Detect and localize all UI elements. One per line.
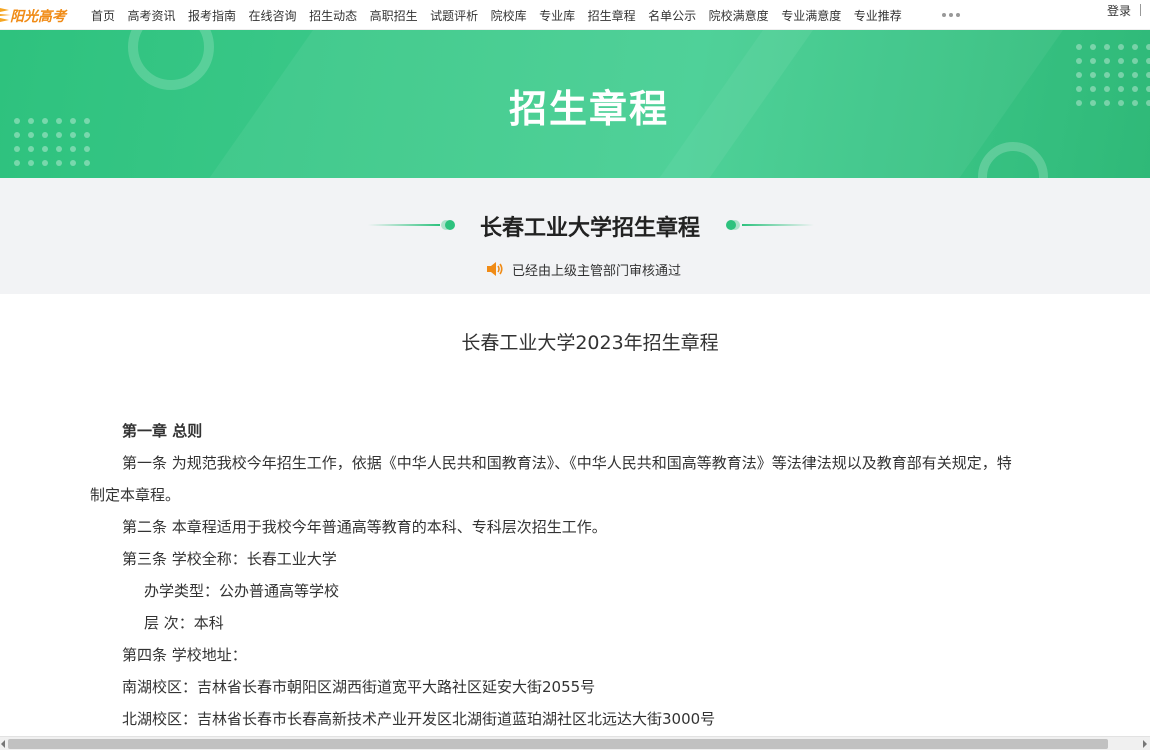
decoration-dot: [56, 160, 62, 166]
paragraph-line: 第三条 学校全称：长春工业大学: [122, 550, 337, 568]
paragraph-line: 第一条 为规范我校今年招生工作，依据《中华人民共和国教育法》、《中华人民共和国高…: [122, 454, 1012, 472]
nav-item[interactable]: 专业推荐: [854, 7, 902, 24]
nav-item[interactable]: 名单公示: [648, 7, 696, 24]
decoration-dot: [42, 146, 48, 152]
decoration-dot: [42, 160, 48, 166]
decoration-dot: [56, 146, 62, 152]
decoration-dot: [84, 160, 90, 166]
nav-item[interactable]: 专业满意度: [781, 7, 841, 24]
nav-item[interactable]: 报考指南: [188, 7, 236, 24]
decoration-dot: [1090, 58, 1096, 64]
top-navigation: 阳光高考 首页 高考资讯 报考指南 在线咨询 招生动态 高职招生 试题评析 院校库 专业库 招生章…: [0, 0, 1150, 30]
nav-item[interactable]: 高职招生: [370, 7, 418, 24]
document-title: 长春工业大学2023年招生章程: [461, 332, 719, 354]
nav-item[interactable]: 首页: [91, 7, 115, 24]
chapter-heading: 第一章 总则: [122, 422, 203, 440]
nav-item[interactable]: 招生动态: [309, 7, 357, 24]
paragraph-line: 南湖校区：吉林省长春市朝阳区湖西街道宽平大路社区延安大街2055号: [122, 678, 596, 696]
decoration-dot: [1104, 44, 1110, 50]
school-header: 长春工业大学招生章程 已经由上级主管部门审核通过: [0, 178, 1150, 294]
paragraph-line: 办学类型：公办普通高等学校: [144, 582, 340, 600]
school-title: 长春工业大学招生章程: [479, 216, 700, 241]
nav-item[interactable]: 院校库: [491, 7, 527, 24]
decoration-dot: [1104, 58, 1110, 64]
speaker-icon: [487, 262, 503, 276]
decoration-dot: [1118, 58, 1124, 64]
title-decoration-dot: [726, 220, 736, 230]
paragraph-line: 层 次：本科: [144, 614, 224, 632]
decoration-dot: [1132, 44, 1138, 50]
decoration-dot: [1146, 44, 1150, 50]
decoration-dot: [1146, 58, 1150, 64]
paragraph-line: 第二条 本章程适用于我校今年普通高等教育的本科、专科层次招生工作。: [122, 518, 607, 536]
decoration-dot: [1076, 58, 1082, 64]
paragraph-line: 制定本章程。: [90, 486, 181, 504]
nav-item[interactable]: 招生章程: [588, 7, 636, 24]
banner-title: 招生章程: [508, 87, 669, 131]
login-separator: [1140, 4, 1141, 16]
decoration-dot: [28, 146, 34, 152]
decoration-dot: [70, 146, 76, 152]
decoration-dot: [70, 160, 76, 166]
nav-item[interactable]: 高考资讯: [128, 7, 176, 24]
decoration-dot: [14, 160, 20, 166]
scroll-left-arrow-icon[interactable]: [1, 740, 5, 748]
decoration-dot: [28, 160, 34, 166]
scroll-right-arrow-icon[interactable]: [1143, 740, 1147, 748]
paragraph-line: 北湖校区：吉林省长春市长春高新技术产业开发区北湖街道蓝珀湖社区北远达大街3000…: [122, 710, 716, 728]
main-nav: 首页 高考资讯 报考指南 在线咨询 招生动态 高职招生 试题评析 院校库 专业库 招生章程 名单公示…: [91, 0, 914, 30]
decoration-dot: [1118, 44, 1124, 50]
decoration-dot: [1090, 44, 1096, 50]
login-link[interactable]: 登录: [1107, 2, 1131, 19]
site-logo[interactable]: 阳光高考: [0, 0, 72, 30]
audit-text: 已经由上级主管部门审核通过: [512, 263, 682, 279]
horizontal-scrollbar[interactable]: [0, 736, 1150, 750]
audit-status: 已经由上级主管部门审核通过: [486, 260, 682, 279]
banner-ring-decoration: [978, 142, 1048, 178]
scrollbar-thumb[interactable]: [8, 739, 1108, 749]
paragraph-line: 第四条 学校地址：: [122, 646, 247, 664]
decoration-dot: [1076, 44, 1082, 50]
decoration-dot: [84, 146, 90, 152]
nav-item[interactable]: 专业库: [539, 7, 575, 24]
more-dots-icon[interactable]: [942, 7, 963, 21]
page-banner: 招生章程: [0, 30, 1150, 178]
decoration-dot: [1132, 58, 1138, 64]
logo-text: 阳光高考: [10, 9, 66, 25]
decoration-dot: [14, 146, 20, 152]
nav-item[interactable]: 在线咨询: [249, 7, 297, 24]
nav-item[interactable]: 试题评析: [430, 7, 478, 24]
title-decoration-line: [742, 224, 814, 226]
nav-item[interactable]: 院校满意度: [709, 7, 769, 24]
